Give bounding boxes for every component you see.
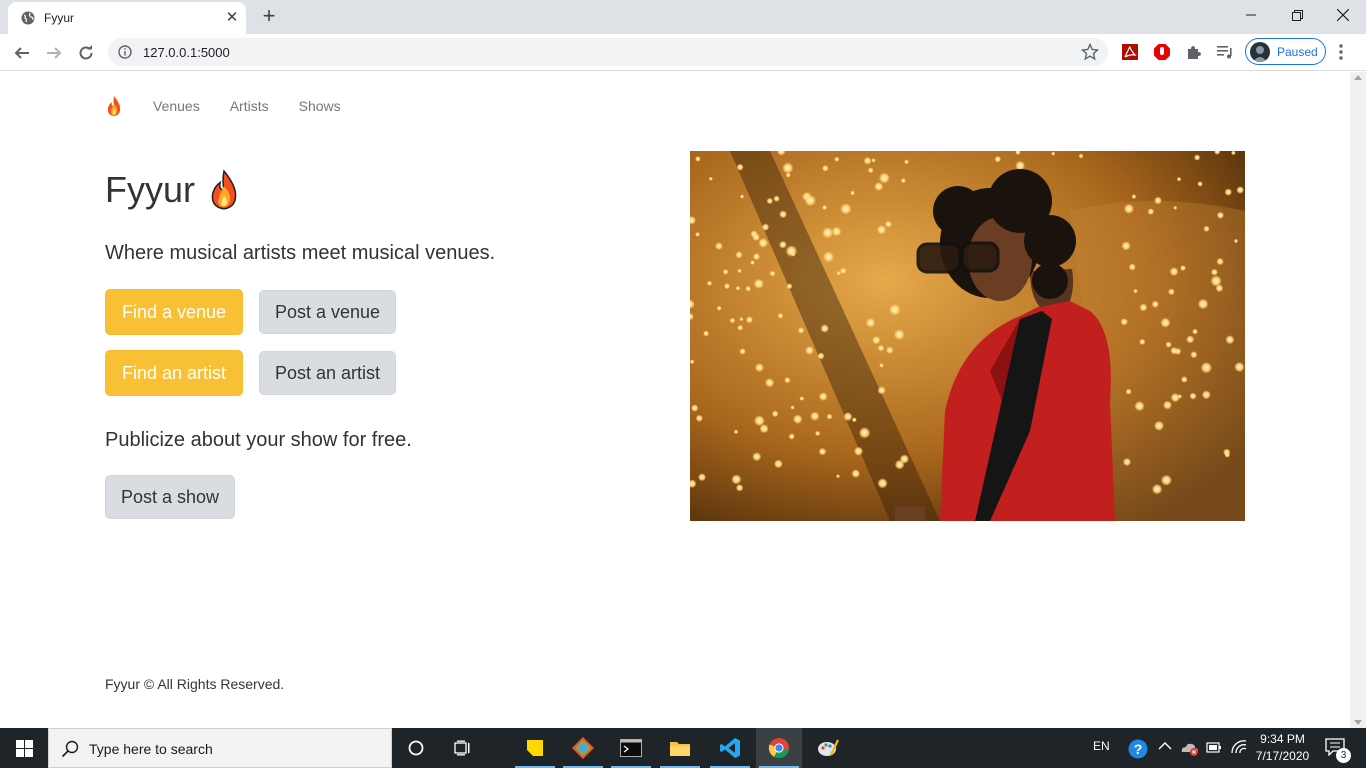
page-title: Fyyur <box>105 169 241 211</box>
paint-app-icon[interactable] <box>805 728 851 768</box>
post-venue-button[interactable]: Post a venue <box>259 290 396 334</box>
address-url: 127.0.0.1:5000 <box>143 45 230 60</box>
chrome-icon[interactable] <box>756 728 802 768</box>
extensions-puzzle-icon[interactable] <box>1185 43 1203 61</box>
sticky-notes-icon[interactable] <box>512 728 558 768</box>
terminal-icon[interactable] <box>608 728 654 768</box>
scroll-down-icon[interactable] <box>1354 720 1362 725</box>
search-placeholder: Type here to search <box>89 741 213 757</box>
battery-icon[interactable] <box>1206 740 1222 754</box>
back-icon[interactable] <box>9 40 35 66</box>
fire-brand-icon[interactable] <box>105 95 123 117</box>
help-icon[interactable]: ? <box>1127 738 1149 760</box>
profile-status: Paused <box>1277 45 1318 59</box>
page-title-text: Fyyur <box>105 169 195 210</box>
post-show-button[interactable]: Post a show <box>105 475 235 519</box>
restore-icon[interactable] <box>1274 0 1320 30</box>
address-bar[interactable]: 127.0.0.1:5000 <box>108 38 1108 66</box>
clock-time[interactable]: 9:34 PM <box>1260 732 1305 746</box>
profile-button[interactable]: Paused <box>1245 38 1326 65</box>
new-tab-icon[interactable]: + <box>258 5 280 28</box>
taskbar-search-input[interactable]: Type here to search <box>48 728 392 768</box>
publicize-text: Publicize about your show for free. <box>105 429 412 451</box>
task-view-icon[interactable] <box>440 728 486 768</box>
nav-link-venues[interactable]: Venues <box>153 98 200 114</box>
post-artist-button[interactable]: Post an artist <box>259 351 396 395</box>
vscode-icon[interactable] <box>707 728 753 768</box>
wifi-icon[interactable] <box>1230 739 1248 755</box>
browser-tab-strip: Fyyur ✕ + <box>0 0 1366 34</box>
svg-text:?: ? <box>1134 741 1143 757</box>
find-venue-button[interactable]: Find a venue <box>105 289 243 335</box>
adblock-extension-icon[interactable] <box>1153 43 1171 61</box>
fire-icon <box>211 169 237 210</box>
nav-link-shows[interactable]: Shows <box>299 98 341 114</box>
site-navbar: Venues Artists Shows <box>105 94 371 118</box>
media-queue-icon[interactable] <box>1216 43 1234 61</box>
browser-toolbar: 127.0.0.1:5000 Paused <box>0 34 1366 71</box>
page-scrollbar[interactable] <box>1350 72 1366 728</box>
pdf-extension-icon[interactable] <box>1121 43 1139 61</box>
windows-start-icon[interactable] <box>0 728 48 768</box>
git-app-icon[interactable] <box>560 728 606 768</box>
chevron-up-icon[interactable] <box>1158 741 1172 751</box>
reload-icon[interactable] <box>73 40 99 66</box>
close-window-icon[interactable] <box>1320 0 1366 30</box>
notification-badge: 3 <box>1336 748 1351 763</box>
search-icon <box>61 740 79 758</box>
hero-photo <box>690 151 1245 521</box>
avatar <box>1250 42 1270 62</box>
file-explorer-icon[interactable] <box>657 728 703 768</box>
footer-copyright: Fyyur © All Rights Reserved. <box>105 676 285 692</box>
tab-title: Fyyur <box>44 11 74 25</box>
notification-center-icon[interactable]: 3 <box>1316 728 1366 768</box>
more-options-icon[interactable] <box>1338 43 1344 61</box>
browser-tab[interactable]: Fyyur ✕ <box>8 2 246 34</box>
hero-photo-illustration <box>690 151 1245 521</box>
cortana-icon[interactable] <box>393 728 439 768</box>
tagline: Where musical artists meet musical venue… <box>105 242 496 264</box>
page-viewport: Venues Artists Shows Fyyur Where musical… <box>0 72 1350 728</box>
windows-taskbar: Type here to search EN ? 9:34 PM 7/17/20… <box>0 728 1366 768</box>
tab-close-icon[interactable]: ✕ <box>224 10 240 26</box>
globe-icon <box>21 11 35 25</box>
find-artist-button[interactable]: Find an artist <box>105 350 243 396</box>
forward-icon[interactable] <box>41 40 67 66</box>
input-language[interactable]: EN <box>1093 739 1110 753</box>
site-info-icon[interactable] <box>118 45 132 59</box>
minimize-icon[interactable] <box>1228 0 1274 30</box>
nav-link-artists[interactable]: Artists <box>230 98 269 114</box>
bookmark-star-icon[interactable] <box>1081 43 1099 61</box>
scroll-up-icon[interactable] <box>1354 75 1362 80</box>
clock-date[interactable]: 7/17/2020 <box>1252 749 1313 763</box>
onedrive-error-icon[interactable] <box>1180 739 1200 757</box>
